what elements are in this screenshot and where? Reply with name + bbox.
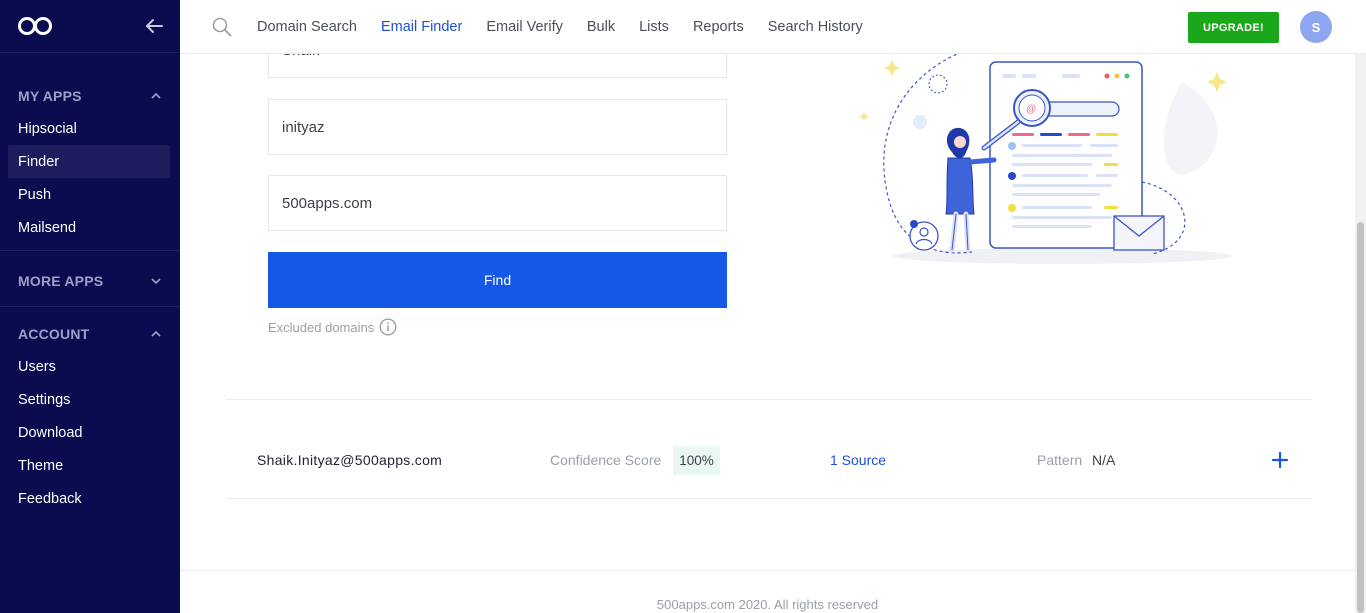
sidebar-item-label: Theme	[18, 457, 64, 474]
sidebar-item-download[interactable]: Download	[8, 416, 170, 449]
tab-lists[interactable]: Lists	[639, 19, 669, 35]
account-title: ACCOUNT	[18, 325, 90, 342]
email-finder-illustration: @	[859, 54, 1232, 264]
pattern-value: N/A	[1092, 452, 1116, 468]
tab-domain-search[interactable]: Domain Search	[257, 19, 357, 35]
more-apps-title: MORE APPS	[18, 272, 104, 289]
domain-field[interactable]	[268, 175, 727, 231]
sidebar-item-label: Download	[18, 424, 83, 441]
sources-link[interactable]: 1 Source	[830, 452, 886, 468]
tab-email-verify[interactable]: Email Verify	[486, 19, 563, 35]
confidence-score-badge: 100%	[673, 446, 720, 475]
search-icon[interactable]	[212, 17, 232, 37]
sidebar: MY APPS Hipsocial Finder Push Mailsend M…	[0, 0, 180, 613]
chevron-up-icon	[151, 92, 161, 99]
scrollbar-thumb[interactable]	[1357, 222, 1364, 613]
avatar[interactable]: S	[1300, 11, 1332, 43]
tab-email-finder[interactable]: Email Finder	[381, 19, 462, 35]
more-apps-section: MORE APPS	[0, 264, 180, 307]
sidebar-item-label: Finder	[18, 153, 60, 170]
last-name-field[interactable]	[268, 99, 727, 155]
result-row: Shaik.Inityaz@500apps.com Confidence Sco…	[226, 400, 1312, 498]
more-apps-toggle[interactable]: MORE APPS	[0, 264, 180, 297]
pattern-label: Pattern	[1037, 452, 1083, 468]
main-content: Find Excluded domains	[180, 54, 1355, 613]
add-to-list-plus-icon[interactable]	[1270, 450, 1290, 470]
sidebar-item-settings[interactable]: Settings	[8, 383, 170, 416]
sidebar-item-hipsocial[interactable]: Hipsocial	[8, 112, 170, 145]
account-toggle[interactable]: ACCOUNT	[0, 317, 180, 350]
sidebar-item-push[interactable]: Push	[8, 178, 170, 211]
sidebar-item-label: Users	[18, 358, 56, 375]
account-section: ACCOUNT Users Settings Download Theme Fe…	[0, 317, 180, 521]
divider	[226, 498, 1312, 499]
find-button[interactable]: Find	[268, 252, 727, 308]
nav-tabs: Domain Search Email Finder Email Verify …	[257, 0, 887, 54]
first-name-field[interactable]	[268, 54, 727, 78]
tab-reports[interactable]: Reports	[693, 19, 744, 35]
sidebar-item-theme[interactable]: Theme	[8, 449, 170, 482]
result-email[interactable]: Shaik.Inityaz@500apps.com	[257, 452, 442, 468]
info-icon[interactable]	[379, 318, 397, 336]
infinity-logo-icon[interactable]	[17, 16, 53, 36]
sidebar-item-mailsend[interactable]: Mailsend	[8, 211, 170, 244]
excluded-domains-link[interactable]: Excluded domains	[268, 318, 397, 336]
upgrade-button[interactable]: UPGRADE!	[1188, 12, 1279, 43]
footer-copyright: 500apps.com 2020. All rights reserved	[656, 597, 879, 612]
collapse-sidebar-icon[interactable]	[142, 14, 166, 38]
excluded-domains-label: Excluded domains	[268, 319, 375, 335]
footer: 500apps.com 2020. All rights reserved	[180, 570, 1355, 613]
sidebar-header	[0, 0, 180, 53]
chevron-up-icon	[151, 330, 161, 337]
confidence-score-label: Confidence Score	[550, 452, 662, 468]
sidebar-item-label: Mailsend	[18, 219, 77, 236]
sidebar-item-feedback[interactable]: Feedback	[8, 482, 170, 515]
my-apps-title: MY APPS	[18, 87, 82, 104]
sidebar-item-label: Push	[18, 186, 52, 203]
chevron-down-icon	[151, 277, 161, 284]
vertical-scrollbar[interactable]	[1355, 54, 1366, 613]
my-apps-toggle[interactable]: MY APPS	[0, 79, 180, 112]
my-apps-section: MY APPS Hipsocial Finder Push Mailsend	[0, 53, 180, 251]
sidebar-item-users[interactable]: Users	[8, 350, 170, 383]
sidebar-item-finder[interactable]: Finder	[8, 145, 170, 178]
tab-search-history[interactable]: Search History	[768, 19, 863, 35]
svg-text:@: @	[1026, 104, 1036, 115]
tab-bulk[interactable]: Bulk	[587, 19, 615, 35]
sidebar-item-label: Hipsocial	[18, 120, 77, 137]
sidebar-item-label: Settings	[18, 391, 71, 408]
top-navigation: Domain Search Email Finder Email Verify …	[180, 0, 1366, 54]
sidebar-item-label: Feedback	[18, 490, 82, 507]
